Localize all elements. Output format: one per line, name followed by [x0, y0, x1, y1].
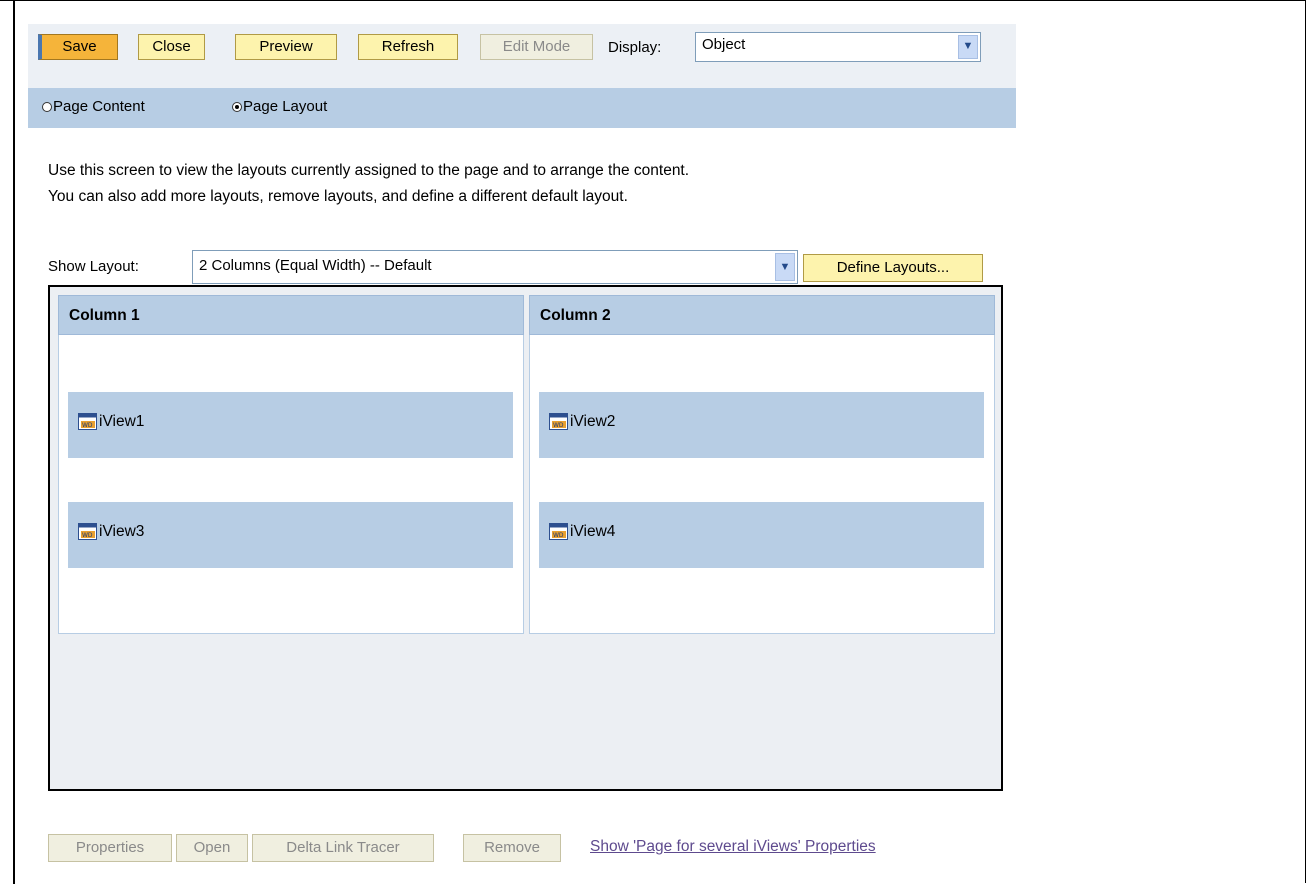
description: Use this screen to view the layouts curr…: [48, 158, 1008, 210]
radio-page-layout-label: Page Layout: [243, 98, 328, 115]
svg-text:WD: WD: [553, 422, 564, 429]
iview-label: iView2: [570, 413, 616, 430]
column-1-header: Column 1: [58, 295, 524, 335]
description-line-1: Use this screen to view the layouts curr…: [48, 162, 690, 179]
iview-label: iView4: [570, 523, 616, 540]
delta-link-tracer-button[interactable]: Delta Link Tracer: [252, 834, 434, 862]
remove-button[interactable]: Remove: [463, 834, 561, 862]
column-2: Column 2 WD iView2 WD iView4: [529, 295, 995, 634]
display-select-value: Object: [702, 36, 746, 53]
left-border: [13, 0, 15, 884]
show-layout-label: Show Layout:: [48, 258, 139, 275]
chevron-down-icon[interactable]: ▼: [958, 35, 978, 59]
iview-label: iView1: [99, 413, 145, 430]
chevron-down-icon[interactable]: ▼: [775, 253, 795, 281]
toolbar: Save Close Preview Refresh Edit Mode Dis…: [28, 24, 1016, 88]
open-button[interactable]: Open: [176, 834, 248, 862]
radio-unchecked-icon[interactable]: [42, 101, 52, 112]
webdynpro-iview-icon: WD: [549, 413, 568, 430]
column-1-body: [58, 335, 524, 634]
svg-text:WD: WD: [82, 532, 93, 539]
webdynpro-iview-icon: WD: [78, 413, 97, 430]
define-layouts-button[interactable]: Define Layouts...: [803, 254, 983, 282]
save-button[interactable]: Save: [38, 34, 118, 60]
radio-page-content-label: Page Content: [53, 98, 145, 115]
display-label: Display:: [608, 39, 662, 56]
display-select[interactable]: Object ▼: [695, 32, 981, 62]
radio-checked-icon[interactable]: [232, 101, 242, 112]
refresh-button[interactable]: Refresh: [358, 34, 458, 60]
iview-3[interactable]: WD iView3: [68, 502, 513, 568]
column-1: Column 1 WD iView1 WD iView3: [58, 295, 524, 634]
show-page-properties-link[interactable]: Show 'Page for several iViews' Propertie…: [590, 838, 876, 856]
description-line-2: You can also add more layouts, remove la…: [48, 188, 628, 205]
layout-area: Column 1 WD iView1 WD iView3 Column 2 WD…: [48, 285, 1003, 791]
properties-button[interactable]: Properties: [48, 834, 172, 862]
radio-page-layout[interactable]: Page Layout: [232, 98, 327, 115]
edit-mode-button[interactable]: Edit Mode: [480, 34, 593, 60]
preview-button[interactable]: Preview: [235, 34, 337, 60]
radio-page-content[interactable]: Page Content: [42, 98, 145, 115]
column-2-header: Column 2: [529, 295, 995, 335]
iview-4[interactable]: WD iView4: [539, 502, 984, 568]
webdynpro-iview-icon: WD: [78, 523, 97, 540]
column-2-body: [529, 335, 995, 634]
view-mode-bar: Page Content Page Layout: [28, 88, 1016, 128]
iview-1[interactable]: WD iView1: [68, 392, 513, 458]
show-layout-value: 2 Columns (Equal Width) -- Default: [199, 257, 432, 274]
iview-label: iView3: [99, 523, 145, 540]
close-button[interactable]: Close: [138, 34, 205, 60]
svg-text:WD: WD: [82, 422, 93, 429]
svg-text:WD: WD: [553, 532, 564, 539]
webdynpro-iview-icon: WD: [549, 523, 568, 540]
iview-2[interactable]: WD iView2: [539, 392, 984, 458]
show-layout-select[interactable]: 2 Columns (Equal Width) -- Default ▼: [192, 250, 798, 284]
